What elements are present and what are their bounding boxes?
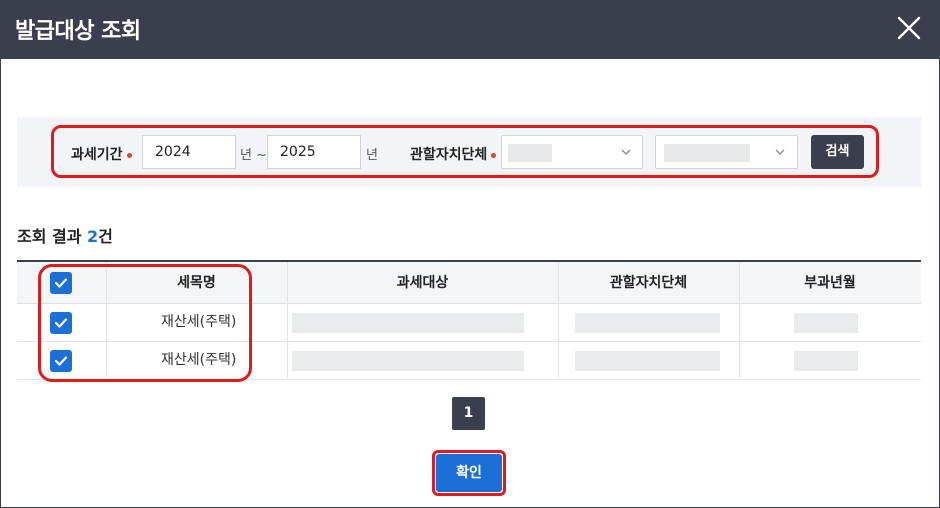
column-header: 관할자치단체 — [609, 275, 688, 291]
result-count: 2 — [87, 227, 99, 246]
highlight-box — [432, 450, 506, 496]
redacted-authority — [575, 313, 720, 333]
result-prefix: 조회 결과 — [17, 227, 88, 246]
result-summary: 조회 결과 2건 — [17, 223, 113, 247]
result-suffix: 건 — [98, 227, 113, 246]
modal-header: 발급대상 조회 — [1, 1, 939, 59]
redacted-tax-object — [292, 313, 524, 333]
close-icon[interactable] — [894, 13, 924, 43]
redacted-tax-object — [292, 351, 524, 371]
highlight-box — [51, 125, 879, 178]
redacted-authority — [575, 351, 720, 371]
redacted-levy-month — [794, 313, 858, 333]
highlight-box — [38, 264, 252, 382]
redacted-levy-month — [794, 351, 858, 371]
modal-title: 발급대상 조회 — [15, 19, 141, 44]
column-header: 과세대상 — [396, 275, 449, 291]
page-button[interactable]: 1 — [452, 397, 485, 430]
column-header: 부과년월 — [804, 275, 856, 291]
issuance-target-modal: 발급대상 조회 과세기간 년 ~ 년 관할자치단체 검색 조회 결과 2건 — [0, 0, 940, 508]
